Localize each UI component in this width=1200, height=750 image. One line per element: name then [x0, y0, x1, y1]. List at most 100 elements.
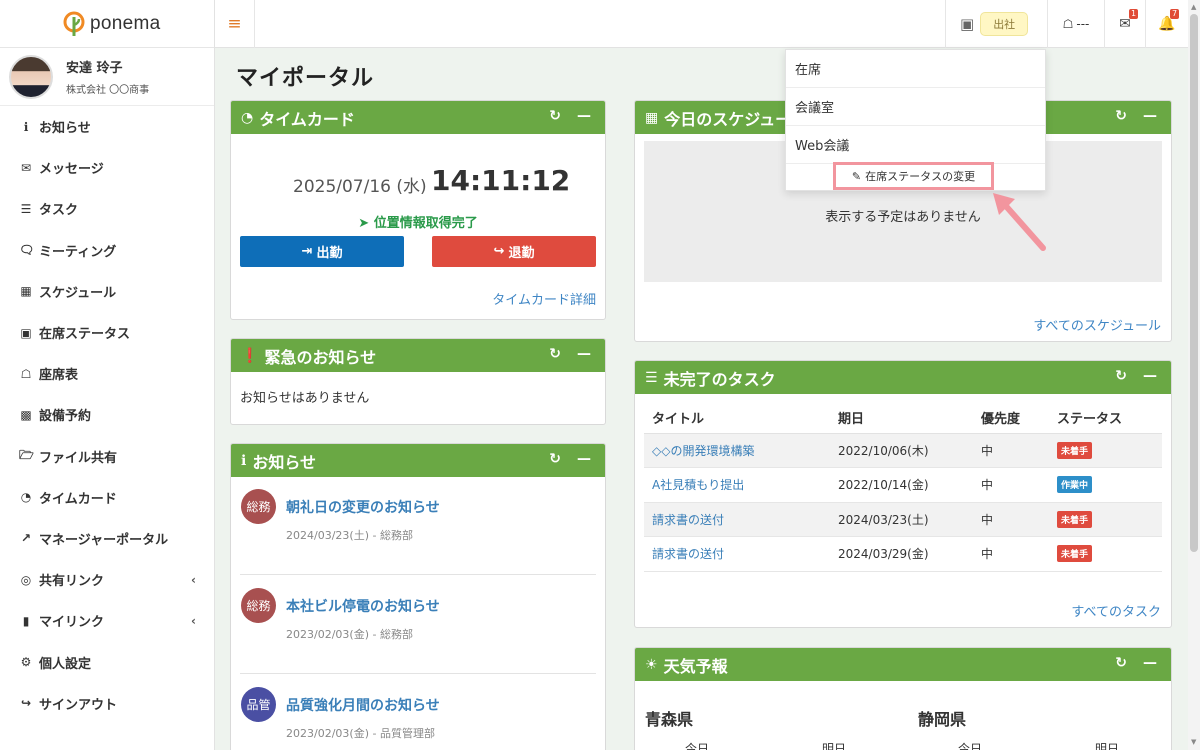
sidebar-item-label: お知らせ	[39, 121, 91, 137]
sidebar-item-seating[interactable]: ☖ 座席表	[0, 353, 214, 394]
sidebar-item-my-links[interactable]: ▮ マイリンク ‹	[0, 600, 214, 641]
task-priority: 中	[973, 433, 1049, 468]
timecard-time: 14:11:12	[431, 164, 571, 197]
sidebar-item-label: 在席ステータス	[39, 327, 131, 343]
page-scrollbar[interactable]: ▲ ▼	[1188, 0, 1200, 750]
sidebar-item-label: メッセージ	[39, 162, 104, 178]
table-row[interactable]: ◇◇の開発環境構築 2022/10/06(木) 中 未着手	[644, 433, 1162, 468]
mail-count-badge: 1	[1129, 9, 1139, 19]
table-row[interactable]: 請求書の送付 2024/03/29(金) 中 未着手	[644, 536, 1162, 572]
chart-icon: ↗	[20, 531, 32, 546]
task-due: 2024/03/29(金)	[830, 536, 973, 572]
task-due: 2022/10/06(木)	[830, 433, 973, 468]
refresh-icon[interactable]: ↻	[1115, 655, 1127, 671]
task-title-link[interactable]: A社見積もり提出	[644, 467, 830, 503]
collapse-icon[interactable]: —	[1143, 655, 1157, 671]
column-header[interactable]: 優先度	[973, 403, 1049, 434]
collapse-icon[interactable]: —	[577, 346, 591, 362]
mail-button[interactable]: ✉ 1	[1105, 0, 1146, 48]
task-title-link[interactable]: 請求書の送付	[644, 502, 830, 537]
collapse-icon[interactable]: —	[577, 451, 591, 467]
sidebar-item-meetings[interactable]: 🗨 ミーティング	[0, 230, 214, 271]
news-item[interactable]: 品管 品質強化月間のお知らせ 2023/02/03(金) - 品質管理部	[240, 675, 596, 750]
all-tasks-link[interactable]: すべてのタスク	[1071, 601, 1161, 620]
collapse-icon[interactable]: —	[1143, 108, 1157, 124]
scroll-down-arrow-icon[interactable]: ▼	[1191, 738, 1196, 746]
exclamation-circle-icon: ❗	[241, 347, 259, 364]
card-header: ℹ お知らせ ↻ —	[231, 444, 605, 477]
table-row[interactable]: A社見積もり提出 2022/10/14(金) 中 作業中	[644, 467, 1162, 503]
category-badge: 品管	[241, 687, 276, 722]
user-name: 安達 玲子	[66, 61, 123, 76]
card-title: 未完了のタスク	[663, 369, 776, 389]
refresh-icon[interactable]: ↻	[549, 451, 561, 467]
collapse-icon[interactable]: —	[1143, 368, 1157, 384]
sidebar-item-shared-links[interactable]: ◎ 共有リンク ‹	[0, 559, 214, 600]
seat-button[interactable]: ☖ ---	[1048, 0, 1105, 48]
presence-status-button[interactable]: ▣ 出社	[945, 0, 1048, 48]
news-item[interactable]: 総務 本社ビル停電のお知らせ 2023/02/03(金) - 総務部	[240, 576, 596, 674]
seat-label: ---	[1076, 17, 1090, 31]
news-title[interactable]: 品質強化月間のお知らせ	[286, 695, 440, 715]
change-presence-status-button[interactable]: ✎ 在席ステータスの変更	[833, 162, 994, 190]
card-header: ❗ 緊急のお知らせ ↻ —	[231, 339, 605, 372]
user-profile[interactable]: 安達 玲子 株式会社 〇〇商事	[0, 48, 214, 106]
chair-icon: ☖	[1062, 17, 1074, 31]
notification-button[interactable]: 🔔 7	[1146, 0, 1188, 48]
scrollbar-thumb[interactable]	[1190, 14, 1198, 552]
refresh-icon[interactable]: ↻	[549, 346, 561, 362]
clock-icon: ◔	[20, 490, 32, 505]
sidebar-item-settings[interactable]: ⚙ 個人設定	[0, 641, 214, 682]
news-meta: 2024/03/23(土) - 総務部	[286, 529, 413, 542]
sidebar-item-presence[interactable]: ▣ 在席ステータス	[0, 312, 214, 353]
sidebar-item-manager[interactable]: ↗ マネージャーポータル	[0, 518, 214, 559]
clock-out-button[interactable]: ↪ 退勤	[432, 236, 596, 267]
sidebar-item-label: 座席表	[39, 368, 79, 384]
chair-icon: ☖	[20, 366, 32, 381]
table-row[interactable]: 請求書の送付 2024/03/23(土) 中 未着手	[644, 502, 1162, 537]
notification-count-badge: 7	[1170, 9, 1180, 19]
sidebar-item-tasks[interactable]: ☰ タスク	[0, 188, 214, 229]
news-title[interactable]: 本社ビル停電のお知らせ	[286, 596, 440, 616]
news-meta: 2023/02/03(金) - 総務部	[286, 628, 413, 641]
news-title[interactable]: 朝礼日の変更のお知らせ	[286, 497, 440, 517]
sidebar-item-label: タスク	[39, 203, 79, 219]
column-header[interactable]: ステータス	[1049, 403, 1162, 434]
sidebar-item-timecard[interactable]: ◔ タイムカード	[0, 477, 214, 518]
news-item[interactable]: 総務 朝礼日の変更のお知らせ 2024/03/23(土) - 総務部	[240, 477, 596, 575]
urgent-empty-text: お知らせはありません	[240, 391, 370, 406]
clock-in-button[interactable]: ⇥ 出勤	[240, 236, 404, 267]
logo[interactable]: ponema	[0, 0, 214, 48]
timecard-detail-link[interactable]: タイムカード詳細	[492, 289, 596, 308]
presence-option-web-meeting[interactable]: Web会議	[786, 126, 1045, 164]
sidebar-item-messages[interactable]: ✉ メッセージ	[0, 147, 214, 188]
column-header[interactable]: 期日	[830, 403, 973, 434]
refresh-icon[interactable]: ↻	[1115, 108, 1127, 124]
collapse-icon[interactable]: —	[577, 108, 591, 124]
info-circle-icon: ℹ	[241, 452, 247, 469]
sidebar-item-label: 共有リンク	[39, 574, 105, 590]
logo-text: ponema	[90, 12, 161, 34]
sign-in-icon: ⇥	[301, 244, 313, 259]
scroll-up-arrow-icon[interactable]: ▲	[1191, 3, 1196, 11]
presence-option-meeting-room[interactable]: 会議室	[786, 88, 1045, 126]
category-badge: 総務	[241, 489, 276, 524]
all-schedules-link[interactable]: すべてのスケジュール	[1033, 315, 1161, 334]
sidebar-item-sign-out[interactable]: ↪ サインアウト	[0, 683, 214, 724]
refresh-icon[interactable]: ↻	[1115, 368, 1127, 384]
refresh-icon[interactable]: ↻	[549, 108, 561, 124]
sidebar-item-news[interactable]: ℹ お知らせ	[0, 106, 214, 147]
task-title-link[interactable]: ◇◇の開発環境構築	[644, 433, 830, 468]
menu-toggle-button[interactable]: ≡	[215, 0, 255, 48]
clock-out-label: 退勤	[508, 246, 535, 261]
change-presence-label: 在席ステータスの変更	[865, 170, 976, 183]
sidebar-item-facility[interactable]: ▩ 設備予約	[0, 394, 214, 435]
sidebar-item-schedule[interactable]: ▦ スケジュール	[0, 271, 214, 312]
sidebar-item-files[interactable]: 🗁 ファイル共有	[0, 436, 214, 477]
task-title-link[interactable]: 請求書の送付	[644, 536, 830, 572]
presence-icon: ▣	[960, 15, 975, 33]
timecard-date: 2025/07/16 (水)	[293, 177, 427, 197]
sidebar-nav: ℹ お知らせ ✉ メッセージ ☰ タスク 🗨 ミーティング ▦ スケジュール ▣ 在席ステー…	[0, 106, 214, 724]
column-header[interactable]: タイトル	[644, 403, 830, 434]
presence-option-in-office[interactable]: 在席	[786, 50, 1045, 88]
